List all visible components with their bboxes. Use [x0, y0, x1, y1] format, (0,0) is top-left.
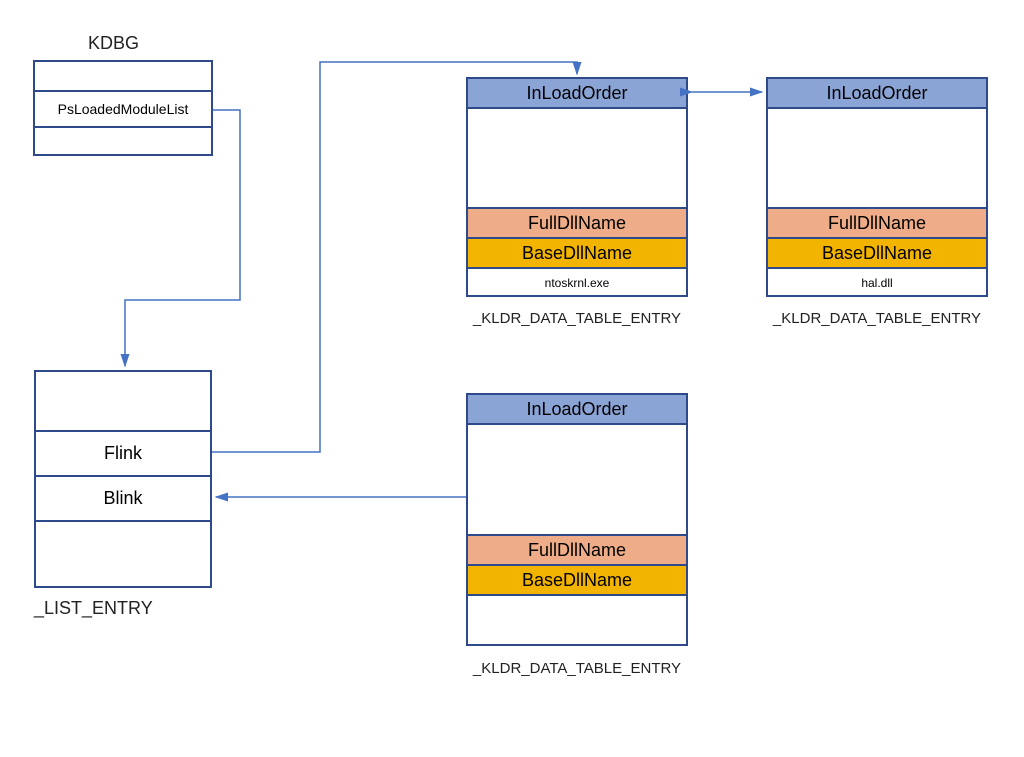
kldr2-type-label: _KLDR_DATA_TABLE_ENTRY — [466, 660, 688, 677]
kldr0-header: InLoadOrder — [468, 79, 686, 109]
list-entry-type-label: _LIST_ENTRY — [34, 598, 153, 619]
list-entry-flink: Flink — [36, 432, 210, 477]
kldr2-fulldll: FullDllName — [468, 536, 686, 566]
kldr2-file — [468, 596, 686, 644]
kldr1-fulldll: FullDllName — [768, 209, 986, 239]
kldr0-basedll: BaseDllName — [468, 239, 686, 269]
kldr-entry-0: InLoadOrder FullDllName BaseDllName ntos… — [466, 77, 688, 297]
list-entry-struct: Flink Blink — [34, 370, 212, 588]
kdbg-field: PsLoadedModuleList — [35, 92, 211, 128]
kldr0-type-label: _KLDR_DATA_TABLE_ENTRY — [466, 310, 688, 327]
kldr2-basedll: BaseDllName — [468, 566, 686, 596]
list-entry-blink: Blink — [36, 477, 210, 522]
kdbg-struct: PsLoadedModuleList — [33, 60, 213, 156]
kldr1-type-label: _KLDR_DATA_TABLE_ENTRY — [766, 310, 988, 327]
kldr-entry-2: InLoadOrder FullDllName BaseDllName — [466, 393, 688, 646]
kldr1-file: hal.dll — [768, 269, 986, 297]
kldr1-header: InLoadOrder — [768, 79, 986, 109]
kldr-entry-1: InLoadOrder FullDllName BaseDllName hal.… — [766, 77, 988, 297]
kldr0-fulldll: FullDllName — [468, 209, 686, 239]
kldr0-file: ntoskrnl.exe — [468, 269, 686, 297]
kldr2-header: InLoadOrder — [468, 395, 686, 425]
kdbg-title: KDBG — [88, 33, 139, 54]
kldr1-basedll: BaseDllName — [768, 239, 986, 269]
